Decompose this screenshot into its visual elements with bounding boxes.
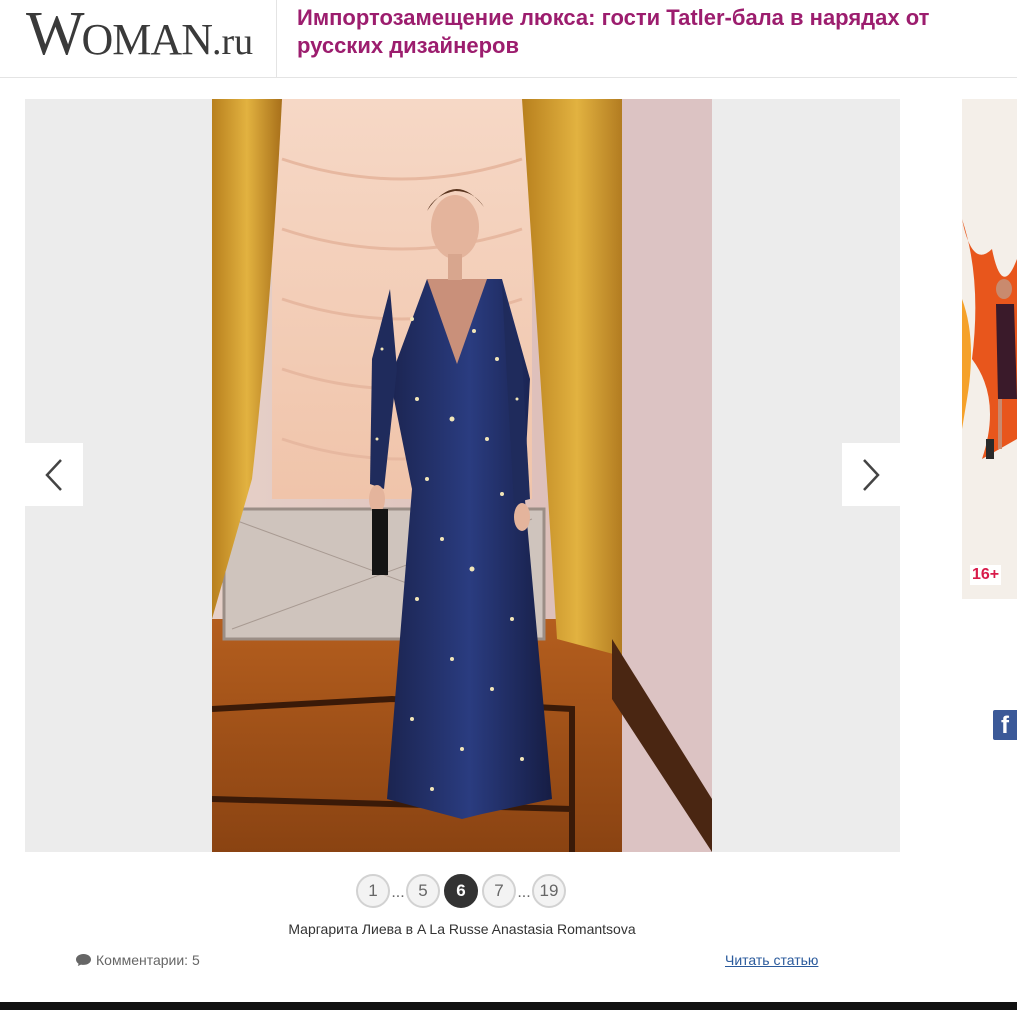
- advertisement-image: [962, 99, 1017, 599]
- page-button[interactable]: 5: [406, 874, 440, 908]
- facebook-share-icon[interactable]: f: [993, 710, 1017, 740]
- site-header: W OMAN .ru Импортозамещение люкса: гости T…: [0, 0, 1017, 78]
- photo-gallery: [25, 99, 900, 852]
- gallery-photo[interactable]: [212, 99, 712, 852]
- pagination-ellipsis: ...: [391, 884, 405, 901]
- pagination-ellipsis: ...: [517, 884, 531, 901]
- gallery-pagination: 1 ... 5 6 7 ... 19: [356, 873, 566, 909]
- page-button[interactable]: 7: [482, 874, 516, 908]
- page: W OMAN .ru Импортозамещение люкса: гости T…: [0, 0, 1017, 1010]
- read-article-link[interactable]: Читать статью: [725, 952, 818, 968]
- age-rating-badge: 16+: [970, 565, 1002, 585]
- bottom-bar: [0, 1002, 1017, 1010]
- header-divider: [276, 0, 277, 78]
- photo-caption: Маргарита Лиева в A La Russe Anastasia R…: [288, 921, 636, 937]
- comment-icon: [76, 954, 91, 966]
- page-button[interactable]: 1: [356, 874, 390, 908]
- logo-text: OMAN: [81, 15, 213, 64]
- chevron-right-icon: [863, 458, 880, 491]
- chevron-left-icon: [45, 458, 62, 491]
- site-logo[interactable]: W OMAN .ru: [26, 0, 253, 68]
- gallery-photo-illustration: [212, 99, 712, 852]
- side-advertisement[interactable]: 16+: [962, 99, 1017, 599]
- gallery-prev-button[interactable]: [25, 443, 83, 506]
- logo-letter-w: W: [26, 0, 85, 68]
- comments-label: Комментарии: 5: [96, 952, 200, 968]
- page-button[interactable]: 19: [532, 874, 566, 908]
- comments-link[interactable]: Комментарии: 5: [75, 952, 200, 968]
- page-button-current[interactable]: 6: [444, 874, 478, 908]
- gallery-next-button[interactable]: [842, 443, 900, 506]
- article-headline[interactable]: Импортозамещение люкса: гости Tatler-бал…: [297, 4, 997, 60]
- logo-domain: .ru: [211, 21, 254, 63]
